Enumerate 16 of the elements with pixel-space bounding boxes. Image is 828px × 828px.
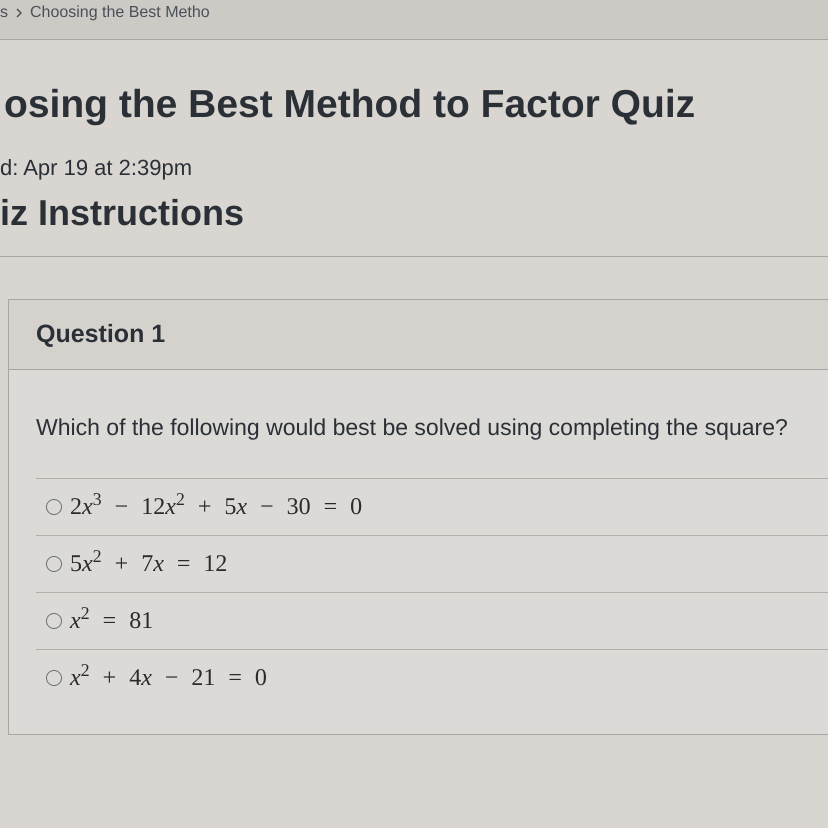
radio-button[interactable] [46, 556, 62, 572]
answer-option[interactable]: 5x$^{2}$ + 7x = 12 [70, 546, 228, 582]
question-number: Question 1 [36, 318, 166, 350]
radio-button[interactable] [46, 499, 62, 515]
chevron-icon [16, 8, 22, 18]
answer-option[interactable]: x$^{2}$ + 4x − 21 = 0 [70, 660, 267, 696]
answer-option[interactable]: x$^{2}$ = 81 [70, 603, 154, 639]
answer-option[interactable]: 2x$^{3}$ − 12x$^{2}$ + 5x − 30 = 0 [70, 489, 362, 525]
radio-button[interactable] [46, 613, 62, 629]
instructions-heading: iz Instructions [0, 192, 246, 234]
question-prompt: Which of the following would best be solved using completing the square? [36, 413, 789, 442]
radio-button[interactable] [46, 670, 62, 686]
breadcrumb-link[interactable]: s [0, 1, 8, 25]
breadcrumb-link[interactable]: Choosing the Best Metho [30, 1, 210, 25]
started-date: d: Apr 19 at 2:39pm [0, 154, 194, 182]
quiz-title: osing the Best Method to Factor Quiz [3, 82, 696, 128]
